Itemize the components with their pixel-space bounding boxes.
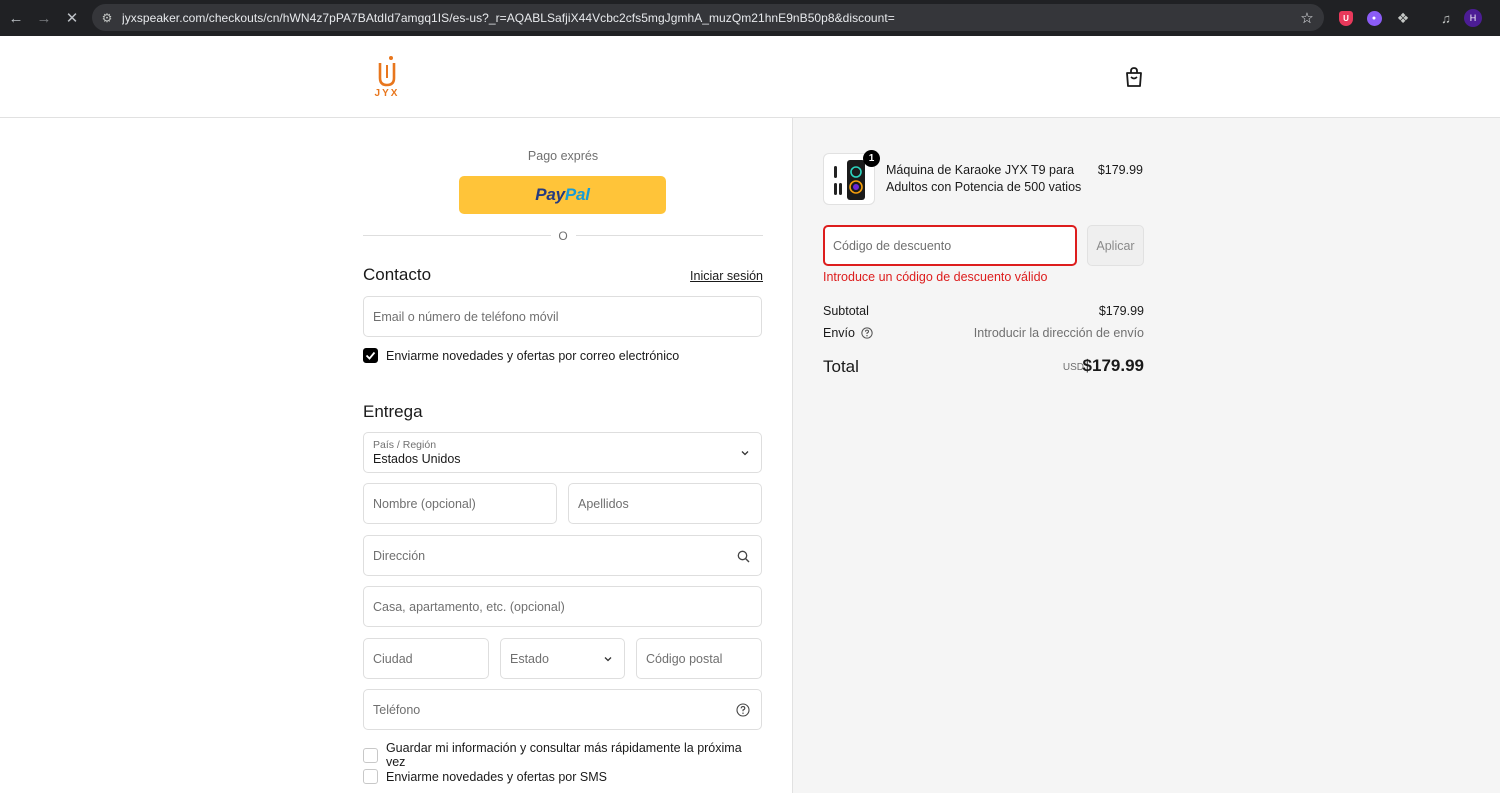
city-input[interactable] [373,651,488,666]
last-name-input[interactable] [578,496,761,511]
zip-input[interactable] [646,651,761,666]
address-input[interactable] [373,548,761,563]
quantity-badge: 1 [863,150,880,167]
apartment-input[interactable] [373,599,761,614]
subtotal-value: $179.99 [1098,304,1144,318]
phone-field[interactable] [363,689,762,730]
shipping-help-icon[interactable] [861,327,874,339]
subtotal-row: Subtotal $179.99 [823,304,1144,318]
discount-code-field[interactable] [823,225,1077,266]
logo-wordmark: JYX [374,88,400,99]
country-select[interactable]: País / Región Estados Unidos [363,432,762,473]
state-placeholder: Estado [510,652,549,666]
forward-arrow-icon[interactable]: → [30,4,58,32]
profile-avatar[interactable]: H [1463,8,1483,28]
shipping-row: Envío Introducir la dirección de envío [823,326,1144,340]
vpn-extension-icon[interactable]: ● [1364,8,1384,28]
country-label: País / Región [373,439,437,451]
product-price: $179.99 [1097,163,1143,177]
shopping-bag-icon[interactable] [1124,66,1144,88]
jyx-logo[interactable]: JYX [369,54,405,100]
site-settings-icon[interactable]: ⚙ [92,11,122,25]
contact-heading: Contacto [363,265,432,284]
zip-field[interactable] [636,638,762,679]
shipping-value: Introducir la dirección de envío [973,326,1144,340]
stop-loading-icon[interactable]: ✕ [58,4,86,32]
apartment-field[interactable] [363,586,762,627]
total-label: Total [823,357,859,376]
subtotal-label: Subtotal [823,304,869,318]
browser-toolbar: ← → ✕ ⚙ jyxspeaker.com/checkouts/cn/hWN4… [0,0,1500,36]
back-arrow-icon[interactable]: ← [2,4,30,32]
sms-checkbox[interactable] [363,769,378,784]
apply-discount-button[interactable]: Aplicar [1087,225,1144,266]
paypal-logo: PayPal [535,185,590,204]
chevron-down-icon [604,657,612,662]
country-value: Estados Unidos [373,452,461,466]
extensions-puzzle-icon[interactable]: ❖ [1393,8,1413,28]
help-circle-icon[interactable] [735,702,751,718]
newsletter-checkbox-row[interactable]: Enviarme novedades y ofertas por correo … [363,348,679,363]
express-checkout-label: Pago exprés [527,149,599,163]
email-field[interactable] [363,296,762,337]
save-info-checkbox[interactable] [363,747,378,763]
media-control-icon[interactable]: ♫ [1436,8,1456,28]
or-divider: O [363,229,763,243]
first-name-input[interactable] [373,496,556,511]
newsletter-checkbox[interactable] [363,348,378,363]
discount-code-input[interactable] [833,238,1075,253]
first-name-field[interactable] [363,483,557,524]
paypal-button[interactable]: PayPal [459,176,666,214]
discount-error-message: Introduce un código de descuento válido [823,270,1048,284]
chevron-down-icon [741,451,749,456]
ublock-extension-icon[interactable]: U [1336,8,1356,28]
city-field[interactable] [363,638,489,679]
product-name: Máquina de Karaoke JYX T9 para Adultos c… [886,163,1082,194]
checkmark-icon [365,351,376,360]
sms-label: Enviarme novedades y ofertas por SMS [386,769,607,784]
total-row: Total USD $179.99 [823,356,1144,378]
sms-checkbox-row[interactable]: Enviarme novedades y ofertas por SMS [363,769,607,784]
jyx-logo-mark-icon [378,56,396,87]
address-bar[interactable]: ⚙ jyxspeaker.com/checkouts/cn/hWN4z7pPA7… [92,4,1324,31]
save-info-label: Guardar mi información y consultar más r… [385,741,742,769]
email-input[interactable] [373,309,761,324]
search-icon[interactable] [735,548,751,564]
phone-input[interactable] [373,702,761,717]
login-link[interactable]: Iniciar sesión [690,269,763,283]
address-field[interactable] [363,535,762,576]
save-info-checkbox-row[interactable]: Guardar mi información y consultar más r… [363,741,763,769]
last-name-field[interactable] [568,483,762,524]
state-select[interactable]: Estado [500,638,625,679]
shipping-label: Envío [823,326,855,340]
total-value: $179.99 [1082,356,1144,375]
order-summary-panel [792,118,1500,793]
bookmark-star-icon[interactable]: ☆ [1290,9,1324,27]
delivery-heading: Entrega [363,402,423,421]
url-text[interactable]: jyxspeaker.com/checkouts/cn/hWN4z7pPA7BA… [122,11,1290,25]
site-header: JYX [0,36,1500,118]
newsletter-label: Enviarme novedades y ofertas por correo … [386,348,680,363]
total-currency: USD [1062,362,1084,373]
